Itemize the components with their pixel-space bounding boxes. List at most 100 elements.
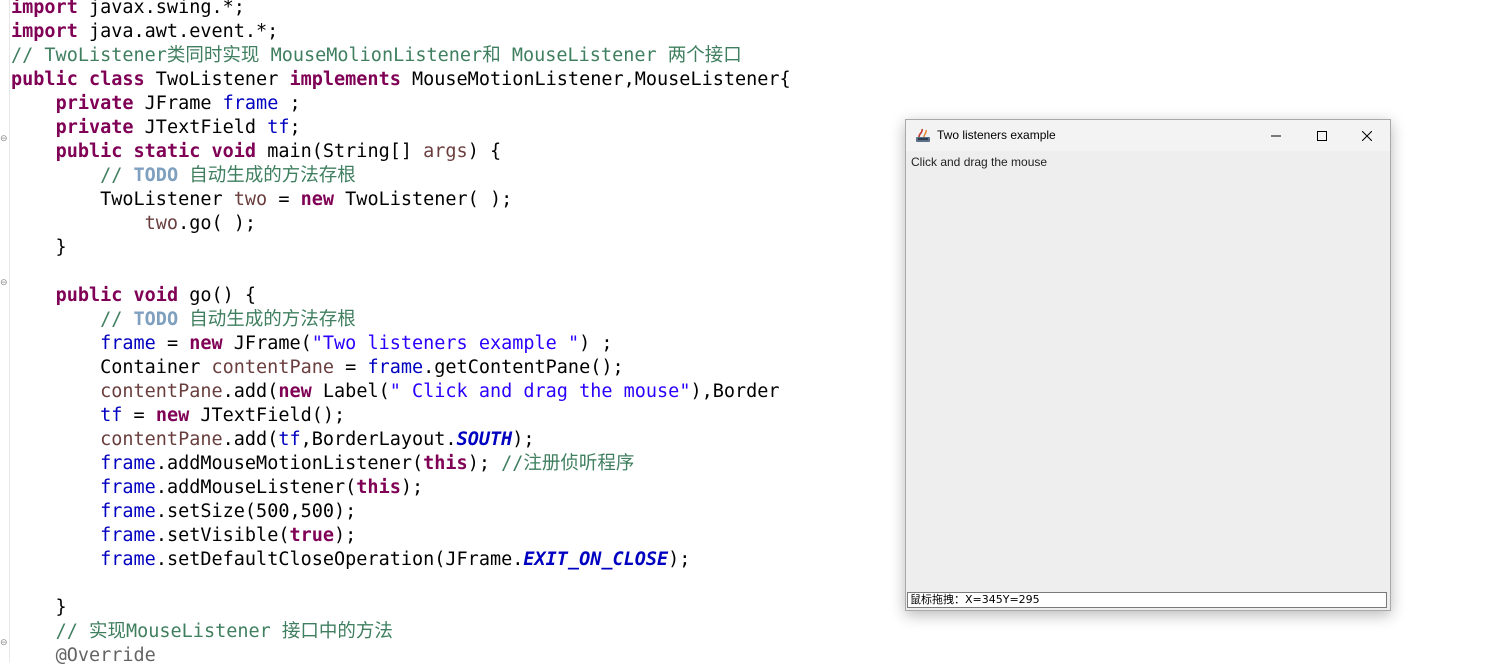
code-token: tf xyxy=(267,117,290,138)
code-line[interactable]: import javax.swing.*; xyxy=(11,0,245,20)
fold-marker-icon[interactable]: ⊖ xyxy=(0,639,8,648)
code-token: " Click and drag the mouse" xyxy=(389,381,691,402)
code-line[interactable]: frame.addMouseListener(this); xyxy=(11,476,423,500)
code-token: .getContentPane(); xyxy=(423,357,624,378)
code-line[interactable]: Container contentPane = frame.getContent… xyxy=(11,356,624,380)
code-line[interactable]: } xyxy=(11,236,67,260)
code-token: two xyxy=(144,213,179,234)
fold-marker-icon[interactable]: ⊖ xyxy=(0,135,8,144)
code-token: 自动生成的方法存根 xyxy=(178,165,356,186)
minimize-button[interactable] xyxy=(1253,120,1299,151)
code-token: ); xyxy=(512,429,535,450)
code-token: } xyxy=(11,597,67,618)
code-token: TODO xyxy=(133,309,179,330)
code-token: TODO xyxy=(133,165,179,186)
code-token: go() { xyxy=(178,285,257,306)
code-token: // xyxy=(100,309,134,330)
code-token: .addMouseListener( xyxy=(155,477,357,498)
code-token: frame xyxy=(100,525,156,546)
code-token: tf xyxy=(100,405,123,426)
code-line[interactable]: // TODO 自动生成的方法存根 xyxy=(11,308,356,332)
code-line[interactable]: frame.addMouseMotionListener(this); //注册… xyxy=(11,452,634,476)
code-line[interactable]: private JFrame frame ; xyxy=(11,92,301,116)
code-line[interactable]: frame.setSize(500,500); xyxy=(11,500,356,524)
code-token: JFrame xyxy=(133,93,223,114)
code-line[interactable]: two.go( ); xyxy=(11,212,256,236)
code-token: true xyxy=(289,525,335,546)
instruction-label: Click and drag the mouse xyxy=(911,155,1048,169)
code-line[interactable]: private JTextField tf; xyxy=(11,116,301,140)
code-line[interactable]: frame.setDefaultCloseOperation(JFrame.EX… xyxy=(11,548,690,572)
code-line[interactable]: contentPane.add(tf,BorderLayout.SOUTH); xyxy=(11,428,535,452)
code-token: Container xyxy=(11,357,212,378)
code-token: JFrame( xyxy=(222,333,312,354)
code-token: JTextField xyxy=(133,117,268,138)
code-line[interactable]: public class TwoListener implements Mous… xyxy=(11,68,791,92)
code-token: TwoListener( ); xyxy=(334,189,513,210)
code-token: TwoListener xyxy=(11,189,234,210)
code-token: .add( xyxy=(222,381,279,402)
code-line[interactable]: @Override xyxy=(11,644,156,668)
close-button[interactable] xyxy=(1344,120,1390,151)
code-token: javax.swing.*; xyxy=(77,0,245,18)
code-token: import xyxy=(11,21,78,42)
code-line[interactable]: frame.setVisible(true); xyxy=(11,524,356,548)
maximize-button[interactable] xyxy=(1299,120,1345,151)
code-line[interactable]: public static void main(String[] args) { xyxy=(11,140,502,164)
code-token: //注册侦听程序 xyxy=(501,453,635,474)
code-line[interactable]: import java.awt.event.*; xyxy=(11,20,278,44)
code-token: tf xyxy=(278,429,301,450)
code-line[interactable]: // TwoListener类同时实现 MouseMolionListener和… xyxy=(11,44,742,68)
code-line[interactable]: frame = new JFrame("Two listeners exampl… xyxy=(11,332,612,356)
code-line[interactable]: TwoListener two = new TwoListener( ); xyxy=(11,188,512,212)
code-token: public xyxy=(55,285,123,306)
code-token: .setSize(500,500); xyxy=(155,501,357,522)
code-token: frame xyxy=(100,501,156,522)
code-line[interactable]: tf = new JTextField(); xyxy=(11,404,345,428)
code-token: frame xyxy=(100,549,156,570)
fold-marker-icon[interactable]: ⊖ xyxy=(0,279,8,288)
code-token: private xyxy=(55,93,134,114)
minimize-icon xyxy=(1271,135,1281,136)
code-line[interactable]: // 实现MouseListener 接口中的方法 xyxy=(11,620,393,644)
code-token: = xyxy=(267,189,301,210)
code-token: public xyxy=(55,141,123,162)
code-token: ); xyxy=(467,453,502,474)
coordinates-text-field[interactable]: 鼠标拖拽：X=345Y=295 xyxy=(907,592,1387,608)
code-token: .go( ); xyxy=(178,213,257,234)
code-token: } xyxy=(11,237,67,258)
code-line[interactable]: // TODO 自动生成的方法存根 xyxy=(11,164,356,188)
code-token: ) { xyxy=(467,141,502,162)
code-line[interactable]: contentPane.add(new Label(" Click and dr… xyxy=(11,380,780,404)
code-token: .setDefaultCloseOperation(JFrame. xyxy=(155,549,524,570)
code-token: class xyxy=(88,69,145,90)
code-line[interactable]: } xyxy=(11,596,67,620)
code-token: // 实现MouseListener 接口中的方法 xyxy=(55,621,393,642)
title-bar[interactable]: Two listeners example xyxy=(906,120,1390,151)
code-token: = xyxy=(155,333,190,354)
code-token: TwoListener xyxy=(144,69,290,90)
code-token: .setVisible( xyxy=(155,525,290,546)
code-token: frame xyxy=(100,453,156,474)
code-token: ),Border xyxy=(690,381,780,402)
java-logo-icon xyxy=(916,128,930,142)
java-frame-window[interactable]: Two listeners example Click and drag the… xyxy=(905,119,1391,611)
code-token: import xyxy=(11,0,78,18)
code-token: this xyxy=(423,453,468,474)
code-token: main(String[] xyxy=(256,141,424,162)
code-token: frame xyxy=(100,333,156,354)
close-icon xyxy=(1362,130,1372,141)
code-line[interactable]: public void go() { xyxy=(11,284,257,308)
